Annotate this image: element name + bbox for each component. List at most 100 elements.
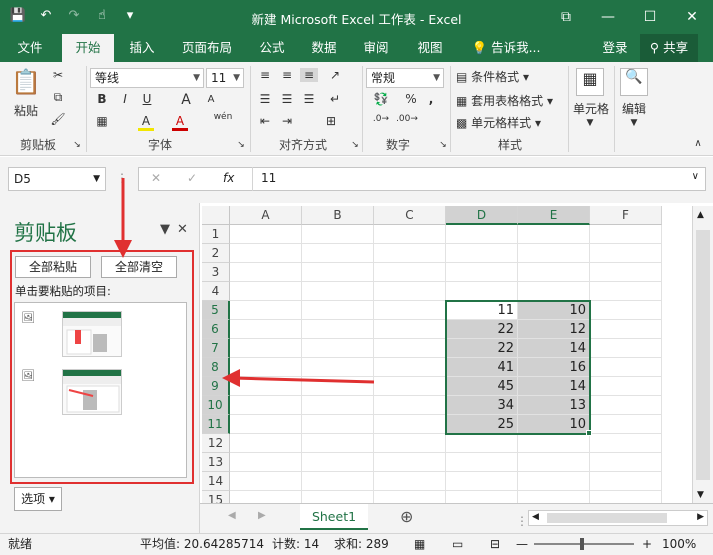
- cell-c1[interactable]: [374, 225, 446, 244]
- cancel-icon[interactable]: ✕: [151, 171, 161, 185]
- column-header-b[interactable]: B: [302, 206, 374, 225]
- cell-f1[interactable]: [590, 225, 662, 244]
- normal-view-icon[interactable]: ▦: [414, 534, 425, 554]
- cell-d6[interactable]: 22: [446, 320, 518, 339]
- decrease-decimal-icon[interactable]: .00→: [396, 114, 418, 124]
- cell-f4[interactable]: [590, 282, 662, 301]
- cell-a14[interactable]: [230, 472, 302, 491]
- align-bottom-icon[interactable]: ≡: [300, 68, 318, 82]
- borders-icon[interactable]: ▦: [94, 114, 110, 128]
- cell-b2[interactable]: [302, 244, 374, 263]
- cell-f5[interactable]: [590, 301, 662, 320]
- cell-c13[interactable]: [374, 453, 446, 472]
- cell-e4[interactable]: [518, 282, 590, 301]
- ribbon-display-options-button[interactable]: ⧉: [545, 0, 587, 34]
- format-as-table-button[interactable]: ▦ 套用表格格式 ▾: [456, 92, 566, 109]
- cell-d12[interactable]: [446, 434, 518, 453]
- font-size-select[interactable]: 11 ▼: [206, 68, 244, 88]
- tab-split-handle-icon[interactable]: ⋮: [516, 514, 528, 528]
- row-header-3[interactable]: 3: [202, 263, 230, 282]
- scroll-right-icon[interactable]: ▶: [697, 512, 704, 522]
- horizontal-scrollbar[interactable]: ◀ ▶: [528, 510, 708, 526]
- increase-decimal-icon[interactable]: .0→: [370, 114, 392, 124]
- column-header-f[interactable]: F: [590, 206, 662, 225]
- cell-grid[interactable]: 11 10 22 12 22 14 41 16 45 14 34 13 25 10: [230, 225, 692, 503]
- cell-f10[interactable]: [590, 396, 662, 415]
- underline-button[interactable]: U: [140, 92, 154, 106]
- collapse-ribbon-icon[interactable]: ∧: [692, 138, 704, 149]
- grow-font-button[interactable]: A: [178, 92, 194, 108]
- cells-button[interactable]: 单元格: [572, 100, 610, 117]
- cell-b8[interactable]: [302, 358, 374, 377]
- number-launcher-icon[interactable]: ↘: [438, 140, 448, 150]
- add-sheet-icon[interactable]: ⊕: [400, 507, 413, 526]
- cell-a4[interactable]: [230, 282, 302, 301]
- tab-insert[interactable]: 插入: [120, 34, 164, 62]
- row-header-10[interactable]: 10: [202, 396, 230, 415]
- cell-c11[interactable]: [374, 415, 446, 434]
- select-all-corner[interactable]: [202, 206, 230, 225]
- paste-all-button[interactable]: 全部粘贴: [15, 256, 91, 278]
- cell-c6[interactable]: [374, 320, 446, 339]
- cell-b5[interactable]: [302, 301, 374, 320]
- tab-home[interactable]: 开始: [62, 34, 114, 62]
- column-header-d[interactable]: D: [446, 206, 518, 225]
- cell-c3[interactable]: [374, 263, 446, 282]
- cell-a3[interactable]: [230, 263, 302, 282]
- name-box[interactable]: D5 ▼: [8, 167, 106, 191]
- cell-b11[interactable]: [302, 415, 374, 434]
- orientation-icon[interactable]: ↗: [326, 68, 344, 82]
- zoom-out-icon[interactable]: —: [516, 534, 528, 554]
- cell-f8[interactable]: [590, 358, 662, 377]
- zoom-slider-thumb[interactable]: [580, 538, 584, 550]
- cell-e14[interactable]: [518, 472, 590, 491]
- cell-a6[interactable]: [230, 320, 302, 339]
- fill-handle[interactable]: [586, 430, 592, 436]
- cell-d8[interactable]: 41: [446, 358, 518, 377]
- align-right-icon[interactable]: ☰: [300, 92, 318, 106]
- cell-a9[interactable]: [230, 377, 302, 396]
- row-header-1[interactable]: 1: [202, 225, 230, 244]
- cell-a10[interactable]: [230, 396, 302, 415]
- cut-icon[interactable]: ✂: [48, 68, 68, 82]
- cell-d15[interactable]: [446, 491, 518, 503]
- alignment-launcher-icon[interactable]: ↘: [350, 140, 360, 150]
- clear-all-button[interactable]: 全部清空: [101, 256, 177, 278]
- close-pane-icon[interactable]: ✕: [177, 222, 188, 237]
- cell-a7[interactable]: [230, 339, 302, 358]
- conditional-formatting-button[interactable]: ▤ 条件格式 ▾: [456, 68, 566, 85]
- row-header-6[interactable]: 6: [202, 320, 230, 339]
- clipboard-item-thumbnail[interactable]: [62, 369, 122, 415]
- italic-button[interactable]: I: [118, 92, 132, 106]
- cell-e8[interactable]: 16: [518, 358, 590, 377]
- cell-f11[interactable]: [590, 415, 662, 434]
- minimize-button[interactable]: —: [587, 0, 629, 34]
- cell-e11[interactable]: 10: [518, 415, 590, 434]
- prev-sheet-icon[interactable]: ◀: [228, 510, 236, 521]
- fill-color-button[interactable]: A: [138, 114, 154, 131]
- pane-options-icon[interactable]: ▼: [160, 222, 170, 237]
- cell-d9[interactable]: 45: [446, 377, 518, 396]
- row-header-13[interactable]: 13: [202, 453, 230, 472]
- column-header-c[interactable]: C: [374, 206, 446, 225]
- row-header-14[interactable]: 14: [202, 472, 230, 491]
- cell-d1[interactable]: [446, 225, 518, 244]
- cell-e2[interactable]: [518, 244, 590, 263]
- cell-f2[interactable]: [590, 244, 662, 263]
- formula-input[interactable]: 11: [252, 167, 706, 191]
- cell-e1[interactable]: [518, 225, 590, 244]
- cell-f7[interactable]: [590, 339, 662, 358]
- cell-e10[interactable]: 13: [518, 396, 590, 415]
- column-header-a[interactable]: A: [230, 206, 302, 225]
- cell-f12[interactable]: [590, 434, 662, 453]
- cell-c12[interactable]: [374, 434, 446, 453]
- cell-c10[interactable]: [374, 396, 446, 415]
- next-sheet-icon[interactable]: ▶: [258, 510, 266, 521]
- cell-c8[interactable]: [374, 358, 446, 377]
- row-header-12[interactable]: 12: [202, 434, 230, 453]
- cell-d7[interactable]: 22: [446, 339, 518, 358]
- cell-b3[interactable]: [302, 263, 374, 282]
- merge-center-icon[interactable]: ⊞: [318, 114, 344, 128]
- cell-b14[interactable]: [302, 472, 374, 491]
- cell-a12[interactable]: [230, 434, 302, 453]
